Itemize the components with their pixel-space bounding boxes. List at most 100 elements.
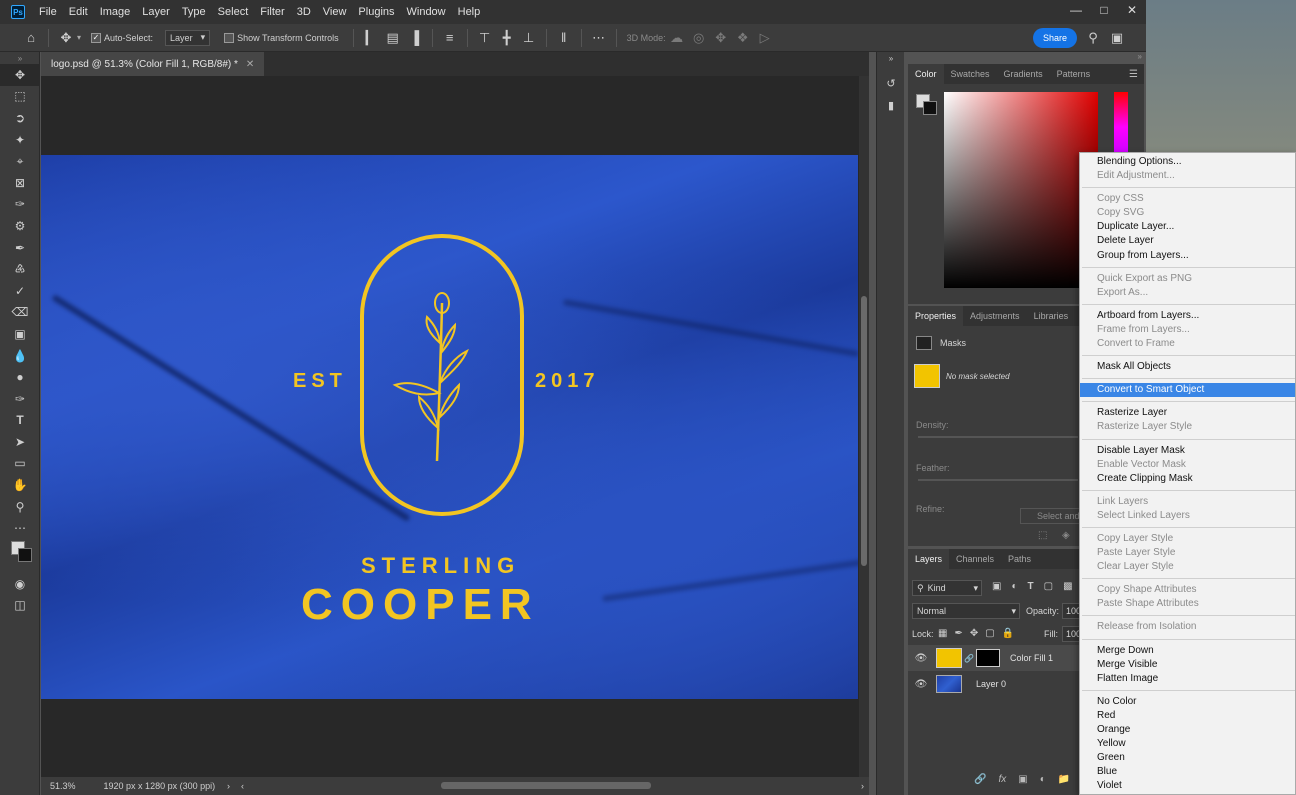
chevron-right-icon[interactable]: › [861,781,864,791]
hand-tool-icon[interactable]: ✋ [0,474,40,496]
move-tool-preset-icon[interactable]: ✥ [55,30,77,46]
minimize-icon[interactable]: — [1062,0,1090,20]
layer-mask-thumbnail[interactable] [975,649,1000,667]
panel-menu-icon[interactable]: ☰ [1129,69,1138,80]
background-color-swatch[interactable] [18,548,32,563]
frame-tool-icon[interactable]: ⊠ [0,172,40,194]
collapse-icon[interactable]: » [0,52,40,64]
layer-style-icon[interactable]: fx [998,774,1006,785]
smart-object-filter-icon[interactable]: ▩ [1063,581,1072,592]
zoom-level[interactable]: 51.3% [50,781,76,791]
menu-item-create-clipping-mask[interactable]: Create Clipping Mask [1080,472,1295,486]
home-icon[interactable]: ⌂ [20,30,42,45]
lock-position-icon[interactable]: ✥ [970,628,978,639]
menu-view[interactable]: View [317,0,353,24]
menu-item-artboard-from-layers[interactable]: Artboard from Layers... [1080,309,1295,323]
menu-select[interactable]: Select [212,0,255,24]
collapse-icon[interactable]: » [877,52,905,64]
distribute-vertical-icon[interactable]: ≡ [439,30,461,45]
menu-item-violet[interactable]: Violet [1080,779,1295,793]
gradient-tool-icon[interactable]: ▣ [0,323,40,345]
align-center-icon[interactable]: ▤ [382,30,404,46]
adjustment-filter-icon[interactable]: ◐ [1011,581,1017,592]
layer-filter-dropdown[interactable]: ⚲ Kind ▾ [912,580,982,596]
menu-item-group-from-layers[interactable]: Group from Layers... [1080,249,1295,263]
tab-libraries[interactable]: Libraries [1027,306,1076,326]
apply-mask-icon[interactable]: ◈ [1062,530,1070,541]
lock-all-icon[interactable]: 🔒 [1002,628,1014,639]
menu-item-blending-options[interactable]: Blending Options... [1080,155,1295,169]
collapse-icon[interactable]: » [1138,52,1142,61]
menu-plugins[interactable]: Plugins [352,0,400,24]
menu-item-delete-layer[interactable]: Delete Layer [1080,234,1295,248]
more-options-icon[interactable]: ⋯ [588,30,610,46]
link-layers-icon[interactable]: 🔗 [974,774,986,785]
show-transform-checkbox[interactable]: Show Transform Controls [224,32,339,43]
document-tab[interactable]: logo.psd @ 51.3% (Color Fill 1, RGB/8#) … [41,52,265,76]
menu-item-yellow[interactable]: Yellow [1080,737,1295,751]
blur-tool-icon[interactable]: 💧 [0,345,40,367]
menu-file[interactable]: File [33,0,63,24]
menu-item-mask-all-objects[interactable]: Mask All Objects [1080,360,1295,374]
marquee-tool-icon[interactable]: ⬚ [0,86,40,108]
chevron-left-icon[interactable]: ‹ [241,781,244,791]
tab-paths[interactable]: Paths [1001,549,1038,569]
menu-window[interactable]: Window [401,0,452,24]
menu-type[interactable]: Type [176,0,212,24]
close-icon[interactable]: ✕ [1118,0,1146,20]
close-tab-icon[interactable]: ✕ [246,59,254,70]
tab-properties[interactable]: Properties [908,306,964,326]
pixel-filter-icon[interactable]: ▣ [992,581,1001,592]
comments-panel-icon[interactable]: ▮ [877,94,905,116]
type-tool-icon[interactable]: T [0,410,40,432]
menu-item-orange[interactable]: Orange [1080,723,1295,737]
screen-mode-icon[interactable]: ◫ [0,595,40,617]
shape-filter-icon[interactable]: ▢ [1044,581,1053,592]
lock-transparent-icon[interactable]: ▦ [938,628,947,639]
auto-select-target-dropdown[interactable]: Layer ▾ [165,29,211,46]
menu-item-green[interactable]: Green [1080,751,1295,765]
zoom-tool-icon[interactable]: ⚲ [0,496,40,518]
menu-3d[interactable]: 3D [291,0,317,24]
visibility-eye-icon[interactable]: 👁 [910,653,932,664]
move-tool-icon[interactable]: ✥ [0,64,40,86]
healing-brush-tool-icon[interactable]: ⚙ [0,215,40,237]
align-top-icon[interactable]: ⊤ [474,30,496,46]
history-panel-icon[interactable]: ↺ [877,72,905,94]
density-slider[interactable] [918,436,1078,438]
align-middle-icon[interactable]: ╋ [496,30,518,46]
type-filter-icon[interactable]: T [1028,581,1034,592]
menu-help[interactable]: Help [452,0,487,24]
menu-image[interactable]: Image [94,0,137,24]
brush-tool-icon[interactable]: ✒ [0,237,40,259]
visibility-eye-icon[interactable]: 👁 [910,679,932,690]
background-color-swatch[interactable] [923,101,937,115]
tab-adjustments[interactable]: Adjustments [963,306,1027,326]
horizontal-scrollbar[interactable] [441,782,651,789]
edit-toolbar-icon[interactable]: ⋯ [0,517,40,539]
align-right-icon[interactable]: ▐ [404,30,426,45]
lock-artboard-icon[interactable]: ▢ [985,628,994,639]
menu-item-duplicate-layer[interactable]: Duplicate Layer... [1080,220,1295,234]
document-image[interactable]: EST 2017 STERLING COOPER [41,155,858,699]
menu-layer[interactable]: Layer [136,0,176,24]
pen-tool-icon[interactable]: ✑ [0,388,40,410]
lasso-tool-icon[interactable]: ➲ [0,107,40,129]
tab-color[interactable]: Color [908,64,944,84]
quick-mask-icon[interactable]: ◉ [0,573,40,595]
lock-image-icon[interactable]: ✒ [954,628,962,639]
chevron-down-icon[interactable]: ▾ [77,33,81,42]
auto-select-checkbox[interactable]: ✓ Auto-Select: [91,32,153,43]
tab-gradients[interactable]: Gradients [997,64,1050,84]
eyedropper-tool-icon[interactable]: ✑ [0,194,40,216]
vertical-scrollbar[interactable] [859,76,869,777]
menu-item-blue[interactable]: Blue [1080,765,1295,779]
load-selection-icon[interactable]: ⬚ [1038,530,1047,541]
history-brush-tool-icon[interactable]: ✓ [0,280,40,302]
dodge-tool-icon[interactable]: ● [0,366,40,388]
tab-patterns[interactable]: Patterns [1050,64,1098,84]
clone-stamp-tool-icon[interactable]: ♶ [0,258,40,280]
canvas-area[interactable]: EST 2017 STERLING COOPER [41,76,859,777]
magic-wand-tool-icon[interactable]: ✦ [0,129,40,151]
align-bottom-icon[interactable]: ⊥ [518,30,540,46]
